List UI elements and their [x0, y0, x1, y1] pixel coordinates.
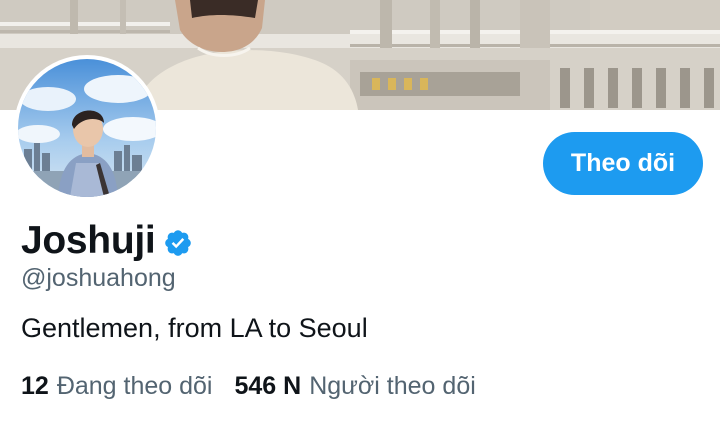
user-handle: @joshuahong	[21, 264, 176, 292]
followers-count: 546 N	[234, 372, 302, 400]
following-label: Đang theo dõi	[56, 372, 213, 400]
following-count: 12	[21, 372, 49, 400]
name-row: Joshuji	[21, 215, 193, 267]
profile-bio: Gentlemen, from LA to Seoul	[21, 313, 368, 343]
follow-stats: 12 Đang theo dõi 546 N Người theo dõi	[21, 372, 476, 401]
avatar[interactable]	[14, 55, 160, 201]
display-name: Joshuji	[21, 219, 156, 262]
followers-label: Người theo dõi	[309, 372, 476, 400]
profile-page: Theo dõi Joshuji @joshuahong Gentlemen, …	[0, 0, 720, 429]
following-link[interactable]: 12 Đang theo dõi	[21, 372, 213, 401]
follow-button[interactable]: Theo dõi	[543, 132, 703, 195]
followers-link[interactable]: 546 N Người theo dõi	[235, 372, 476, 401]
avatar-image	[18, 59, 156, 197]
verified-badge-icon[interactable]	[163, 228, 193, 258]
